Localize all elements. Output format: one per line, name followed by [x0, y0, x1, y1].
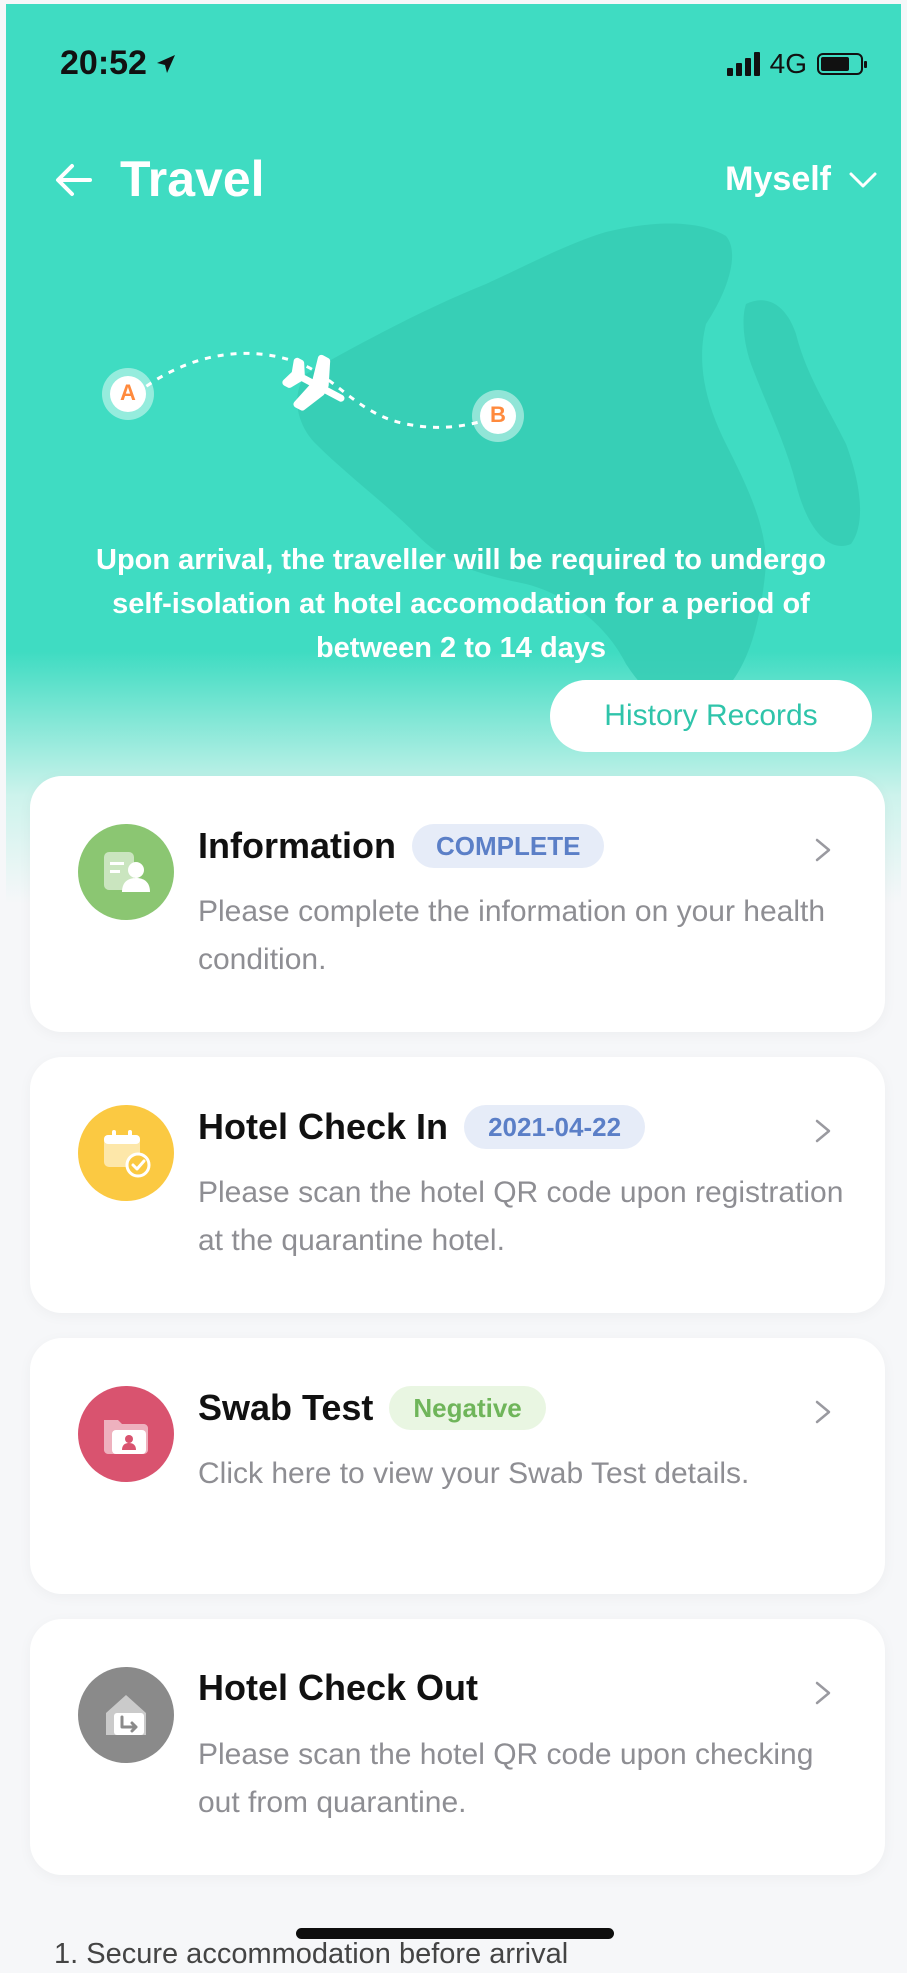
card-description: Please complete the information on your … [198, 895, 826, 976]
network-label: 4G [769, 48, 807, 79]
card-description: Please scan the hotel QR code upon check… [198, 1738, 814, 1819]
requirement-note: 1. Secure accommodation before arrival [54, 1938, 569, 1970]
card-swab-test[interactable]: Swab Test Negative Click here to view yo… [30, 1338, 885, 1594]
airplane-icon [282, 354, 345, 411]
card-icon-bg [78, 1667, 174, 1763]
chevron-right-icon [815, 838, 831, 862]
folder-person-icon [104, 1420, 148, 1454]
card-icon-bg [78, 1105, 174, 1201]
page-title: Travel [120, 151, 265, 207]
card-icon-bg [78, 824, 174, 920]
chevron-right-icon [815, 1119, 831, 1143]
house-exit-icon [106, 1695, 146, 1735]
card-description: Click here to view your Swab Test detail… [198, 1457, 750, 1490]
card-header: Hotel Check Out [198, 1667, 478, 1709]
clock-text: 20:52 [60, 44, 147, 82]
signal-icon [726, 52, 760, 76]
home-indicator[interactable] [296, 1928, 614, 1939]
status-time: 20:52 [60, 44, 177, 83]
profile-label: Myself [725, 160, 831, 198]
card-header: Information COMPLETE [198, 824, 605, 868]
chevron-down-icon [849, 172, 877, 187]
history-records-button[interactable]: History Records [550, 680, 872, 752]
card-title: Hotel Check Out [198, 1667, 479, 1708]
battery-icon [817, 53, 867, 75]
card-header: Swab Test Negative [198, 1386, 546, 1430]
isolation-notice: Upon arrival, the traveller will be requ… [96, 544, 826, 664]
card-description: Please scan the hotel QR code upon regis… [198, 1176, 844, 1257]
card-hotel-check-out[interactable]: Hotel Check Out Please scan the hotel QR… [30, 1619, 885, 1875]
card-hotel-check-in[interactable]: Hotel Check In 2021-04-22 Please scan th… [30, 1057, 885, 1313]
calendar-check-icon [104, 1130, 151, 1178]
destination-label: B [490, 402, 506, 427]
card-title: Swab Test [198, 1387, 374, 1428]
profile-selector[interactable]: Myself [725, 160, 877, 199]
profile-card-icon [104, 852, 150, 892]
card-title: Information [198, 825, 396, 866]
status-indicators: 4G [726, 48, 867, 80]
date-badge: 2021-04-22 [464, 1105, 646, 1149]
location-arrow-icon [156, 54, 175, 73]
card-title: Hotel Check In [198, 1106, 449, 1147]
chevron-right-icon [815, 1681, 831, 1705]
card-icon-bg [78, 1386, 174, 1482]
status-badge: COMPLETE [411, 824, 605, 868]
flight-route [102, 351, 524, 442]
hero-banner: A B 20:52 4G Travel Myself Upon arrival,… [6, 4, 901, 904]
chevron-right-icon [815, 1400, 831, 1424]
card-information[interactable]: Information COMPLETE Please complete the… [30, 776, 885, 1032]
card-header: Hotel Check In 2021-04-22 [198, 1105, 646, 1149]
result-badge: Negative [389, 1386, 546, 1430]
origin-label: A [120, 380, 136, 405]
back-arrow-icon[interactable] [54, 160, 94, 200]
